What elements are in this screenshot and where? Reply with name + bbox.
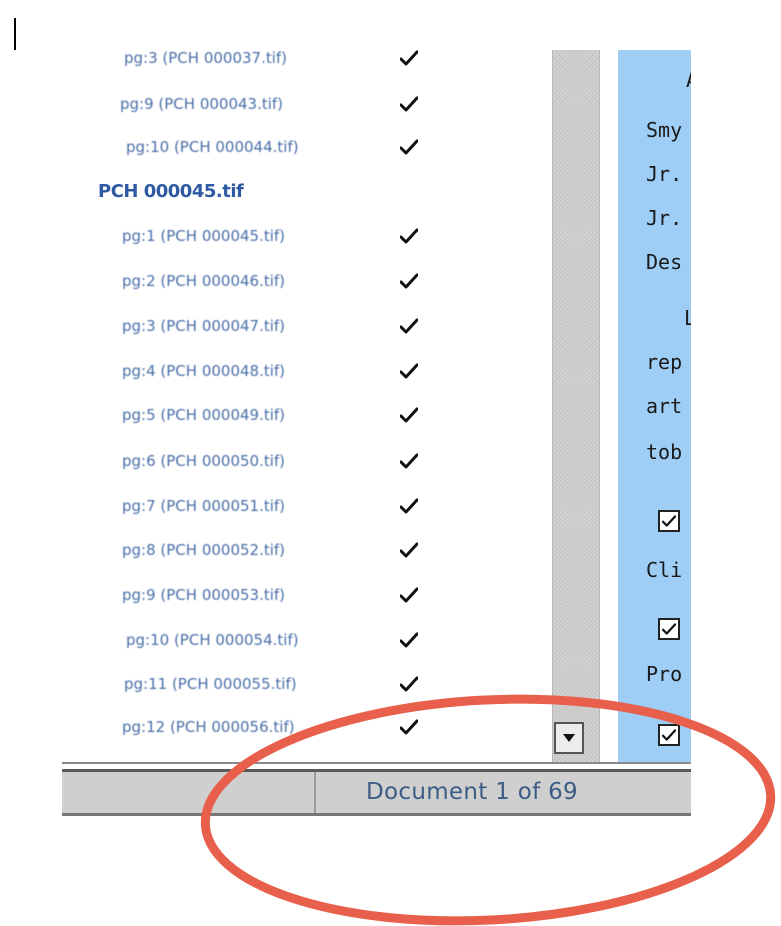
scroll-down-button[interactable] [554,722,584,754]
checkmark-icon [662,729,676,741]
text-cursor [14,18,16,50]
field-checkbox[interactable] [658,510,680,532]
page-item-label: pg:6 (PCH 000050.tif) [122,452,286,470]
panel-separator[interactable] [62,762,691,772]
page-item-label: pg:8 (PCH 000052.tif) [122,541,286,559]
checkmark-icon [400,96,418,112]
checkmark-icon [400,228,418,244]
page-list-item[interactable]: pg:5 (PCH 000049.tif) [62,399,550,431]
page-item-label: pg:3 (PCH 000047.tif) [122,317,286,335]
page-item-label: pg:9 (PCH 000043.tif) [120,95,284,113]
content-text-line: Jr. [646,162,683,186]
checkmark-icon [400,273,418,289]
page-item-label: pg:4 (PCH 000048.tif) [122,362,286,380]
status-bar-left-section [62,772,316,813]
status-bar-right-section: Document 1 of 69 [316,772,691,813]
checkmark-icon [400,587,418,603]
vertical-scrollbar-track[interactable] [552,50,600,762]
page-list-item[interactable]: pg:9 (PCH 000053.tif) [62,579,550,611]
checkmark-icon [400,719,418,735]
page-item-label: pg:1 (PCH 000045.tif) [122,227,286,245]
status-bar: Document 1 of 69 [62,772,691,816]
checkmark-icon [662,515,676,527]
page-item-label: pg:5 (PCH 000049.tif) [122,406,286,424]
page-list-item[interactable]: pg:3 (PCH 000047.tif) [62,310,550,342]
document-viewer-window: pg:3 (PCH 000037.tif) pg:9 (PCH 000043.ti… [62,50,691,820]
page-item-label: pg:9 (PCH 000053.tif) [122,586,286,604]
checkmark-icon [400,453,418,469]
document-node-label: PCH 000045.tif [98,181,244,202]
page-list-item[interactable]: pg:11 (PCH 000055.tif) [62,668,550,700]
document-node[interactable]: PCH 000045.tif [62,176,550,208]
page-list-item[interactable]: pg:3 (PCH 000037.tif) [62,50,550,74]
checkmark-icon [662,623,676,635]
content-text-line: Jr. [646,206,683,230]
content-text-line: A [686,66,691,94]
page-list-item[interactable]: pg:1 (PCH 000045.tif) [62,220,550,252]
page-list-item[interactable]: pg:2 (PCH 000046.tif) [62,265,550,297]
checkmark-icon [400,542,418,558]
checkmark-icon [400,498,418,514]
page-item-label: pg:10 (PCH 000044.tif) [126,138,299,156]
page-list-item[interactable]: pg:7 (PCH 000051.tif) [62,490,550,522]
page-item-label: pg:11 (PCH 000055.tif) [124,675,297,693]
content-text-line: L [684,306,691,330]
checkmark-icon [400,318,418,334]
checkmark-icon [400,363,418,379]
content-text-line: Smy [646,118,683,142]
document-page-list[interactable]: pg:3 (PCH 000037.tif) pg:9 (PCH 000043.ti… [62,50,550,762]
page-list-item[interactable]: pg:10 (PCH 000044.tif) [62,131,550,163]
field-checkbox[interactable] [658,618,680,640]
document-position-indicator: Document 1 of 69 [366,779,578,805]
page-item-label: pg:12 (PCH 000056.tif) [122,718,295,736]
page-list-item[interactable]: pg:6 (PCH 000050.tif) [62,445,550,477]
checkmark-icon [400,632,418,648]
content-text-line: Pro [646,662,683,686]
page-list-item[interactable]: pg:8 (PCH 000052.tif) [62,534,550,566]
content-text-line: rep [646,350,683,374]
page-list-item[interactable]: pg:4 (PCH 000048.tif) [62,355,550,387]
page-list-item[interactable]: pg:10 (PCH 000054.tif) [62,624,550,656]
checkmark-icon [400,50,418,66]
page-item-label: pg:3 (PCH 000037.tif) [124,50,288,67]
page-list-item[interactable]: pg:12 (PCH 000056.tif) [62,711,550,743]
page-list-item[interactable]: pg:9 (PCH 000043.tif) [62,88,550,120]
field-checkbox[interactable] [658,724,680,746]
content-text-line: tob [646,440,683,464]
page-item-label: pg:7 (PCH 000051.tif) [122,497,286,515]
checkmark-icon [400,676,418,692]
content-text-line: Cli [646,558,683,582]
checkmark-icon [400,407,418,423]
checkmark-icon [400,139,418,155]
content-text-line: art [646,394,683,418]
document-content-pane: ASmy Jr. Jr. Des Lrep art tob Cli Pro [618,50,691,762]
content-text-line: Des [646,250,683,274]
arrow-down-icon [563,734,575,742]
page-item-label: pg:2 (PCH 000046.tif) [122,272,286,290]
page-item-label: pg:10 (PCH 000054.tif) [126,631,299,649]
